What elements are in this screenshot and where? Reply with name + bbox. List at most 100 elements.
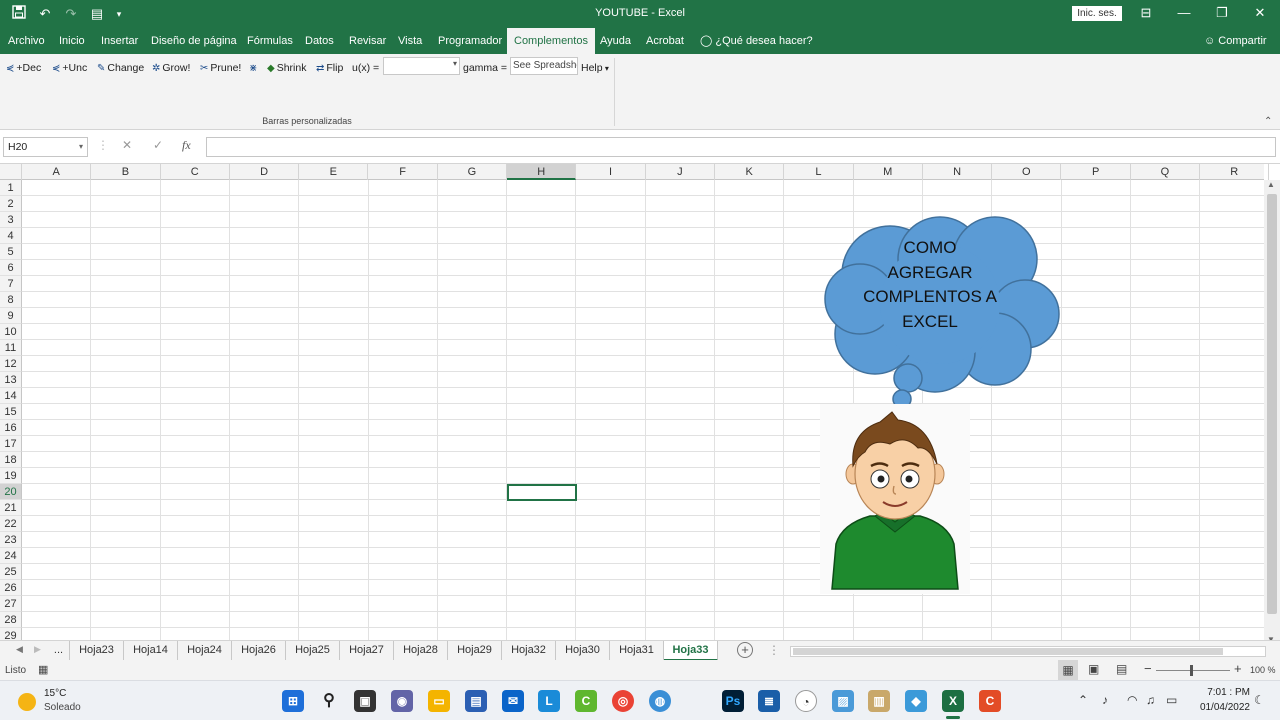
row-header-22[interactable]: 22 [0, 516, 22, 532]
zoom-in-icon[interactable]: + [1234, 661, 1242, 676]
sheet-tab-hoja30[interactable]: Hoja30 [556, 641, 610, 661]
select-all-corner[interactable] [0, 164, 22, 180]
task-view-icon[interactable]: ▣ [354, 690, 376, 712]
row-header-15[interactable]: 15 [0, 404, 22, 420]
tab-archivo[interactable]: Archivo [6, 28, 47, 54]
sheet-tab-hoja24[interactable]: Hoja24 [178, 641, 232, 661]
ribbon-display-options-icon[interactable]: ⊟ [1136, 4, 1156, 22]
row-header-23[interactable]: 23 [0, 532, 22, 548]
notepad-icon[interactable]: ≣ [758, 690, 780, 712]
formula-input[interactable] [206, 137, 1276, 157]
books-icon[interactable]: ▥ [868, 690, 890, 712]
tab-vista[interactable]: Vista [396, 28, 424, 54]
more-sheets-button[interactable]: ... [48, 641, 70, 661]
column-header-p[interactable]: P [1062, 164, 1131, 180]
scroll-up-icon[interactable]: ▲ [1267, 180, 1275, 189]
row-header-8[interactable]: 8 [0, 292, 22, 308]
camtasia-icon[interactable]: C [575, 690, 597, 712]
prune-button[interactable]: ✂ Prune! [200, 59, 241, 77]
prev-sheet-icon[interactable]: ◀ [16, 644, 23, 655]
l-app-icon[interactable]: L [538, 690, 560, 712]
share-button[interactable]: ☺ Compartir [1204, 28, 1267, 54]
column-header-g[interactable]: G [438, 164, 508, 180]
active-cell-h20[interactable] [507, 484, 577, 501]
row-header-19[interactable]: 19 [0, 468, 22, 484]
cartoon-boy-image[interactable] [820, 404, 970, 594]
column-header-r[interactable]: R [1200, 164, 1270, 180]
row-header-9[interactable]: 9 [0, 308, 22, 324]
collapse-ribbon-icon[interactable]: ⌃ [1264, 116, 1272, 127]
row-header-6[interactable]: 6 [0, 260, 22, 276]
row-header-20[interactable]: 20 [0, 484, 22, 500]
microphone-icon[interactable]: ♪ [1102, 693, 1108, 707]
close-button[interactable]: ✕ [1250, 4, 1270, 22]
help-menu[interactable]: Help ▾ [581, 59, 609, 77]
minimize-button[interactable]: — [1174, 4, 1194, 22]
shrink-button[interactable]: ◆ Shrink [267, 59, 306, 77]
screenshot-icon[interactable]: ▨ [832, 690, 854, 712]
tab-insertar[interactable]: Insertar [99, 28, 140, 54]
next-sheet-icon[interactable]: ▶ [34, 644, 41, 655]
tell-me-search[interactable]: ◯ ¿Qué desea hacer? [698, 28, 815, 54]
notifications-icon[interactable]: ☾ [1254, 693, 1265, 707]
change-button[interactable]: ✎ Change [97, 59, 144, 77]
column-header-f[interactable]: F [369, 164, 438, 180]
column-header-e[interactable]: E [299, 164, 369, 180]
sheet-tab-hoja33[interactable]: Hoja33 [664, 641, 718, 661]
teams-chat-icon[interactable]: ◉ [391, 690, 413, 712]
worksheet-grid[interactable]: ABCDEFGHIJKLMNOPQR 1 2 3 4 5 6 7 8 9 10 11 12 13 14 15… [0, 164, 1280, 644]
clock-date[interactable]: 01/04/2022 [1190, 702, 1250, 713]
clock-icon[interactable]: ◔ [795, 690, 817, 712]
row-header-14[interactable]: 14 [0, 388, 22, 404]
column-header-a[interactable]: A [22, 164, 92, 180]
column-header-l[interactable]: L [784, 164, 854, 180]
row-header-25[interactable]: 25 [0, 564, 22, 580]
macro-record-icon[interactable]: ▦ [38, 663, 48, 676]
dec-button[interactable]: ⋞ +Dec [6, 59, 41, 77]
tree-tool-button[interactable]: ⋇ [249, 59, 259, 77]
tab-acrobat[interactable]: Acrobat [644, 28, 686, 54]
row-header-4[interactable]: 4 [0, 228, 22, 244]
tab-splitter-icon[interactable]: ⋮ [768, 643, 780, 657]
volume-icon[interactable]: ♫ [1146, 693, 1155, 707]
insert-function-icon[interactable]: fx [182, 138, 191, 153]
globe-icon[interactable]: ◍ [649, 690, 671, 712]
zoom-out-icon[interactable]: − [1144, 661, 1152, 676]
column-header-n[interactable]: N [923, 164, 993, 180]
camtasia-recorder-icon[interactable]: C [979, 690, 1001, 712]
vertical-scroll-thumb[interactable] [1267, 194, 1277, 614]
page-layout-icon[interactable]: ▣ [1088, 662, 1099, 676]
name-box[interactable]: H20 [3, 137, 88, 157]
row-header-24[interactable]: 24 [0, 548, 22, 564]
tab-diseno-de-pagina[interactable]: Diseño de página [149, 28, 239, 54]
column-header-b[interactable]: B [91, 164, 161, 180]
start-windows-icon[interactable]: ⊞ [282, 690, 304, 712]
grow-button[interactable]: ✲ Grow! [152, 59, 190, 77]
sign-in-button[interactable]: Inic. ses. [1072, 6, 1122, 21]
wifi-icon[interactable]: ◠ [1127, 693, 1137, 707]
page-break-icon[interactable]: ▤ [1116, 662, 1127, 676]
tab-datos[interactable]: Datos [303, 28, 336, 54]
row-header-16[interactable]: 16 [0, 420, 22, 436]
row-header-28[interactable]: 28 [0, 612, 22, 628]
enter-icon[interactable]: ✓ [153, 138, 163, 152]
tab-complementos[interactable]: Complementos [507, 28, 595, 54]
tool-icon[interactable]: ◆ [905, 690, 927, 712]
file-explorer-icon[interactable]: ▭ [428, 690, 450, 712]
zoom-slider[interactable] [1156, 670, 1230, 671]
horizontal-scrollbar[interactable] [790, 646, 1266, 657]
ux-dropdown[interactable] [383, 57, 460, 75]
weather-sun-icon[interactable] [18, 693, 36, 711]
horizontal-scroll-thumb[interactable] [793, 648, 1223, 655]
battery-icon[interactable]: ▭ [1166, 693, 1177, 707]
column-header-d[interactable]: D [230, 164, 300, 180]
tab-revisar[interactable]: Revisar [347, 28, 388, 54]
row-header-18[interactable]: 18 [0, 452, 22, 468]
vertical-scrollbar[interactable]: ▲ ▼ [1264, 180, 1280, 644]
row-header-11[interactable]: 11 [0, 340, 22, 356]
row-header-1[interactable]: 1 [0, 180, 22, 196]
row-header-13[interactable]: 13 [0, 372, 22, 388]
tab-programador[interactable]: Programador [436, 28, 504, 54]
sheet-tab-hoja31[interactable]: Hoja31 [610, 641, 664, 661]
cancel-icon[interactable]: ✕ [122, 138, 132, 152]
